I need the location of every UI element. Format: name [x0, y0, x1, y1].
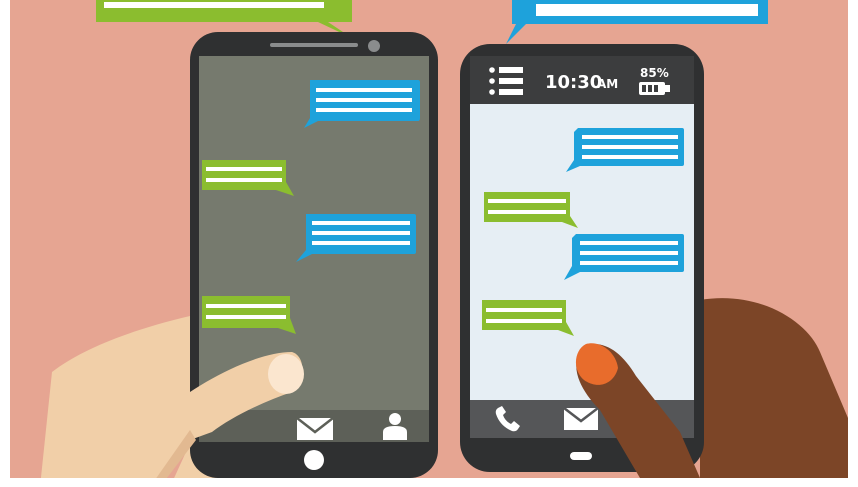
illustration: 10:30 AM 85%	[0, 0, 858, 487]
left-phone-home-button[interactable]	[304, 450, 324, 470]
left-phone-earpiece	[270, 43, 358, 47]
right-message-1-sent	[566, 128, 684, 172]
left-message-1-sent	[304, 80, 420, 128]
envelope-icon[interactable]	[563, 407, 599, 430]
right-phone: 10:30 AM 85%	[460, 44, 704, 472]
list-menu-icon[interactable]	[489, 67, 523, 95]
texting-illustration-svg: 10:30 AM 85%	[0, 0, 858, 487]
envelope-icon[interactable]	[296, 417, 334, 440]
battery-percent: 85%	[640, 66, 669, 80]
bottom-border	[0, 478, 858, 487]
left-phone-camera	[368, 40, 380, 52]
status-time: 10:30	[545, 72, 602, 93]
status-ampm: AM	[597, 77, 618, 91]
right-phone-home-button[interactable]	[570, 452, 592, 460]
